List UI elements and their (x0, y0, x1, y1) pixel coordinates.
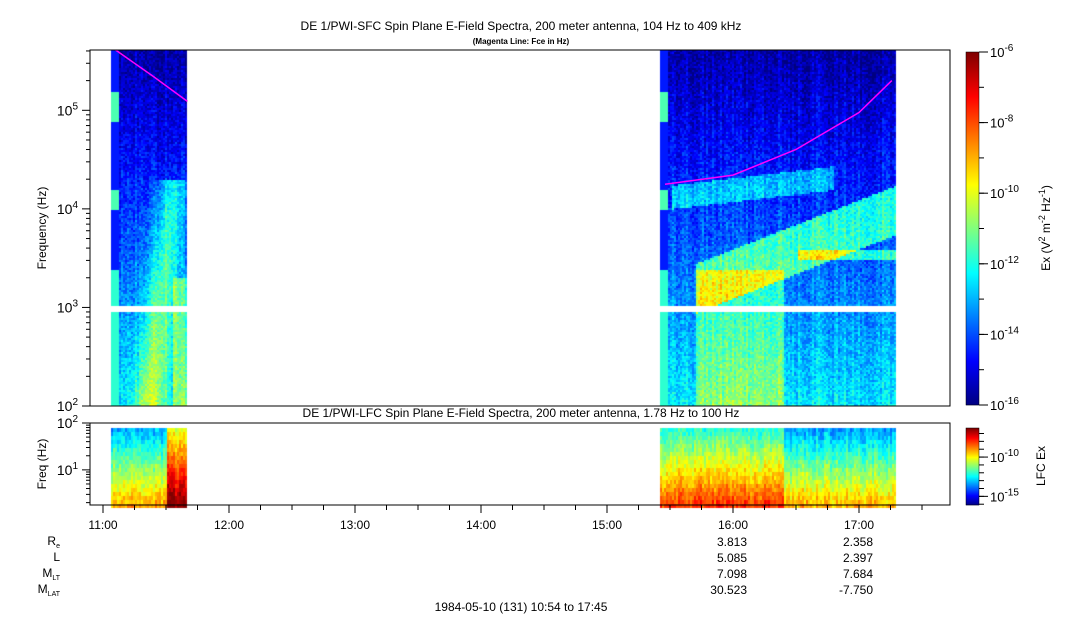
x-tick-label: 12:00 (214, 518, 244, 532)
ephemeris-value: 2.358 (843, 535, 873, 549)
ephemeris-label: MLAT (38, 582, 61, 598)
top-colorbar-tick-label: 10-14 (990, 325, 1019, 342)
x-tick-label: 13:00 (340, 518, 370, 532)
ephemeris-value: 7.684 (843, 567, 873, 581)
top-colorbar-tick-label: 10-12 (990, 255, 1019, 272)
ephemeris-value: 2.397 (843, 551, 873, 565)
ephemeris-value: 5.085 (717, 551, 747, 565)
x-tick-label: 14:00 (466, 518, 496, 532)
top-y-axis-label: Frequency (Hz) (35, 187, 49, 270)
ephemeris-value: 7.098 (717, 567, 747, 581)
ephemeris-value: 3.813 (717, 535, 747, 549)
top-y-tick-label: 104 (57, 200, 79, 217)
top-colorbar-tick-label: 10-6 (990, 43, 1014, 60)
top-y-tick-label: 102 (57, 397, 79, 414)
ephemeris-value: 30.523 (710, 583, 747, 597)
spectrogram-figure: DE 1/PWI-SFC Spin Plane E-Field Spectra,… (0, 0, 1083, 620)
x-tick-label: 17:00 (844, 518, 874, 532)
bottom-panel-frame (89, 422, 951, 506)
ephemeris-label: L (53, 550, 60, 564)
top-colorbar-tick-label: 10-8 (990, 114, 1014, 131)
top-panel-subtitle: (Magenta Line: Fce in Hz) (473, 37, 570, 46)
footer-date-range: 1984-05-10 (131) 10:54 to 17:45 (435, 600, 608, 614)
bottom-y-tick-label: 101 (57, 461, 79, 478)
bottom-colorbar-tick-label: 10-10 (990, 448, 1019, 465)
ephemeris-value: -7.750 (839, 583, 873, 597)
bottom-panel-title: DE 1/PWI-LFC Spin Plane E-Field Spectra,… (303, 406, 740, 420)
bottom-y-tick-label: 102 (57, 414, 79, 431)
x-tick-label: 16:00 (718, 518, 748, 532)
top-y-tick-label: 103 (57, 298, 79, 315)
top-y-tick-label: 105 (57, 101, 79, 118)
top-colorbar-tick-label: 10-10 (990, 184, 1019, 201)
top-panel-title: DE 1/PWI-SFC Spin Plane E-Field Spectra,… (301, 19, 742, 33)
fce-line-segment (664, 80, 893, 185)
top-panel-frame (89, 49, 951, 407)
chart-overlay: DE 1/PWI-SFC Spin Plane E-Field Spectra,… (35, 19, 1053, 614)
top-colorbar-label: Ex (V2 m-2 Hz-1) (1037, 185, 1053, 271)
x-tick-label: 15:00 (592, 518, 622, 532)
ephemeris-label: Re (47, 534, 60, 550)
top-colorbar-tick-label: 10-16 (990, 396, 1019, 413)
bottom-y-axis-label: Freq (Hz) (35, 439, 49, 490)
bottom-colorbar-label: LFC Ex (1034, 446, 1048, 486)
fce-line-segment (115, 49, 188, 103)
x-tick-label: 11:00 (88, 518, 117, 532)
bottom-colorbar-tick-label: 10-15 (990, 487, 1019, 504)
ephemeris-label: MLT (42, 566, 60, 582)
